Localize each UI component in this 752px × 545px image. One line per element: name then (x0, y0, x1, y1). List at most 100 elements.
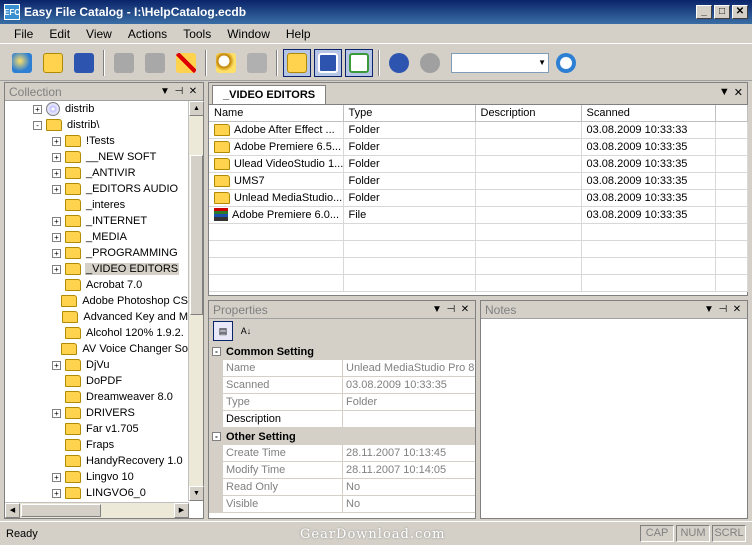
scroll-down-icon[interactable]: ▼ (189, 486, 204, 501)
tree-item[interactable]: + distrib (5, 101, 189, 117)
cell-name[interactable]: Ulead VideoStudio 1... (209, 155, 344, 173)
expand-icon[interactable]: + (52, 168, 61, 178)
menu-view[interactable]: View (78, 27, 120, 41)
categorized-button[interactable]: ▤ (213, 321, 233, 341)
cell-scanned[interactable]: 03.08.2009 10:33:33 (581, 121, 716, 139)
tree-item[interactable]: Fraps (5, 437, 189, 453)
tree-item[interactable]: + _MEDIA (5, 229, 189, 245)
search-button[interactable] (552, 49, 580, 77)
property-row[interactable]: Visible No (209, 496, 475, 513)
cell-scanned[interactable]: 03.08.2009 10:33:35 (581, 206, 716, 224)
table-row[interactable]: Ulead VideoStudio 1... Folder 03.08.2009 1… (209, 155, 748, 173)
table-row[interactable]: Adobe Premiere 6.5... Folder 03.08.2009 10… (209, 138, 748, 156)
cell-description[interactable] (475, 155, 582, 173)
expand-icon[interactable]: + (52, 264, 61, 274)
cell-description[interactable] (475, 121, 582, 139)
property-category[interactable]: - Common Setting (209, 343, 475, 360)
property-value[interactable]: Unlead MediaStudio Pro 8 (343, 360, 475, 376)
expand-icon[interactable]: + (52, 152, 61, 162)
horizontal-scrollbar[interactable]: ◀ ▶ (5, 502, 189, 518)
property-value[interactable]: 03.08.2009 10:33:35 (343, 377, 475, 393)
tree-item[interactable]: HandyRecovery 1.0 (5, 453, 189, 469)
collapse-icon[interactable]: - (212, 432, 221, 441)
expand-icon[interactable]: + (52, 408, 61, 418)
new-catalog-button[interactable] (8, 49, 36, 77)
close-icon[interactable]: ✕ (187, 86, 199, 97)
tree-item[interactable]: DoPDF (5, 373, 189, 389)
notes-editor[interactable] (481, 319, 747, 518)
tab-dropdown-icon[interactable]: ▼ (719, 86, 730, 99)
property-row[interactable]: Type Folder (209, 394, 475, 411)
tree-item[interactable]: Dreamweaver 8.0 (5, 389, 189, 405)
tree-item[interactable]: _interes (5, 197, 189, 213)
property-value[interactable]: No (343, 496, 475, 512)
tab-video-editors[interactable]: _VIDEO EDITORS (212, 85, 327, 104)
dropdown-icon[interactable]: ▼ (703, 304, 715, 315)
expand-icon[interactable]: + (33, 104, 42, 114)
cell-description[interactable] (475, 189, 582, 207)
tree-item[interactable]: + _VIDEO EDITORS (5, 261, 189, 277)
notes-button[interactable] (345, 48, 373, 77)
menu-actions[interactable]: Actions (120, 27, 175, 41)
tree-item[interactable]: + DRIVERS (5, 405, 189, 421)
pin-icon[interactable]: ⊣ (445, 304, 457, 315)
search-combo[interactable]: ▼ (451, 52, 549, 73)
browse-button[interactable] (283, 48, 311, 77)
cell-scanned[interactable]: 03.08.2009 10:33:35 (581, 155, 716, 173)
tree-item[interactable]: Advanced Key and M (5, 309, 189, 325)
vertical-scrollbar[interactable]: ▲ ▼ (188, 101, 204, 501)
find-button[interactable] (212, 49, 240, 77)
expand-icon[interactable]: + (52, 248, 61, 258)
menu-tools[interactable]: Tools (175, 27, 219, 41)
expand-icon[interactable]: + (52, 184, 61, 194)
expand-icon[interactable]: + (52, 216, 61, 226)
cell-name[interactable]: Adobe Premiere 6.5... (209, 138, 344, 156)
scroll-up-icon[interactable]: ▲ (189, 101, 204, 116)
tree-item[interactable]: Alcohol 120% 1.9.2. (5, 325, 189, 341)
table-row[interactable]: Adobe After Effect ... Folder 03.08.2009 1… (209, 121, 748, 139)
tree-item[interactable]: + Lingvo 10 (5, 469, 189, 485)
expand-icon[interactable]: + (52, 232, 61, 242)
dropdown-icon[interactable]: ▼ (159, 86, 171, 97)
alphabetical-button[interactable]: A↓ (236, 321, 256, 341)
property-value[interactable]: 28.11.2007 10:14:05 (343, 462, 475, 478)
info-button[interactable] (385, 49, 413, 77)
property-row[interactable]: Read Only No (209, 479, 475, 496)
delete-button[interactable] (172, 49, 200, 77)
close-icon[interactable]: ✕ (459, 304, 471, 315)
cell-name[interactable]: Unlead MediaStudio... (209, 189, 344, 207)
table-row[interactable]: Adobe Premiere 6.0... File 03.08.2009 10:3… (209, 206, 748, 224)
tree-item[interactable]: + _INTERNET (5, 213, 189, 229)
tree-item[interactable]: Acrobat 7.0 (5, 277, 189, 293)
maximize-button[interactable]: □ (714, 5, 730, 19)
property-row[interactable]: Create Time 28.11.2007 10:13:45 (209, 445, 475, 462)
collapse-icon[interactable]: - (212, 347, 221, 356)
cell-description[interactable] (475, 138, 582, 156)
property-row[interactable]: Scanned 03.08.2009 10:33:35 (209, 377, 475, 394)
dropdown-icon[interactable]: ▼ (431, 304, 443, 315)
tree-item[interactable]: Far v1.705 (5, 421, 189, 437)
column-header-type[interactable]: Type (343, 105, 476, 122)
cell-type[interactable]: Folder (343, 121, 476, 139)
tree-item[interactable]: AV Voice Changer So (5, 341, 189, 357)
tree-item[interactable]: + LINGVO6_0 (5, 485, 189, 501)
info-panel-button[interactable] (314, 48, 342, 77)
column-header-scanned[interactable]: Scanned (581, 105, 716, 122)
table-row[interactable]: Unlead MediaStudio... Folder 03.08.2009 10… (209, 189, 748, 207)
menu-help[interactable]: Help (278, 27, 319, 41)
chevron-down-icon[interactable]: ▼ (538, 58, 546, 67)
cell-type[interactable]: Folder (343, 172, 476, 190)
cell-description[interactable] (475, 206, 582, 224)
cell-scanned[interactable]: 03.08.2009 10:33:35 (581, 189, 716, 207)
open-button[interactable] (39, 49, 67, 77)
pin-icon[interactable]: ⊣ (717, 304, 729, 315)
property-value[interactable]: No (343, 479, 475, 495)
cell-name[interactable]: Adobe Premiere 6.0... (209, 206, 344, 224)
column-header-name[interactable]: Name (209, 105, 344, 122)
property-row[interactable]: Description (209, 411, 475, 428)
cell-scanned[interactable]: 03.08.2009 10:33:35 (581, 138, 716, 156)
tree-item[interactable]: + __NEW SOFT (5, 149, 189, 165)
cell-type[interactable]: File (343, 206, 476, 224)
close-button[interactable]: ✕ (732, 5, 748, 19)
pin-icon[interactable]: ⊣ (173, 86, 185, 97)
